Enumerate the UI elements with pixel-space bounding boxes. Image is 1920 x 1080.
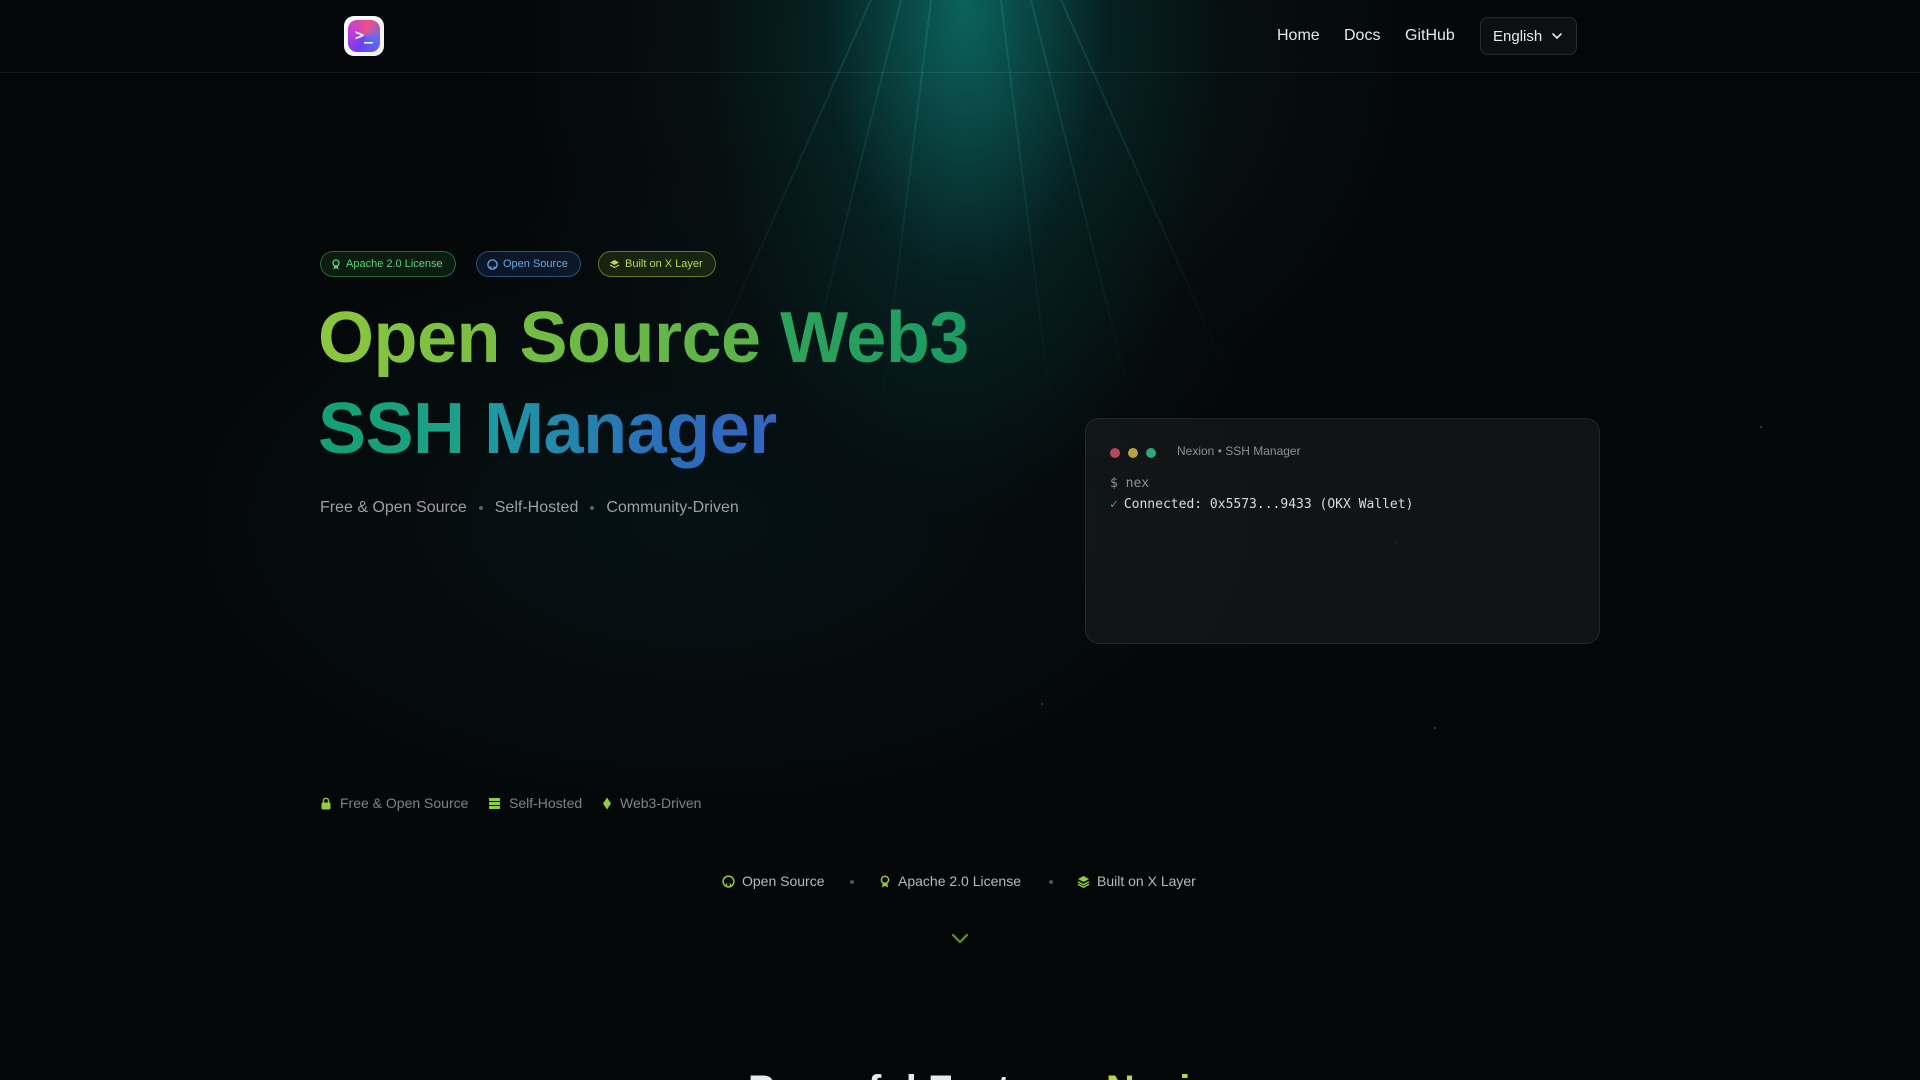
site-header: >_ Home Docs GitHub English <box>0 0 1920 73</box>
license-icon <box>880 874 890 887</box>
terminal-command-line: $ nex <box>1110 476 1150 491</box>
language-select[interactable]: English <box>1480 17 1577 55</box>
close-dot-icon <box>1110 448 1120 458</box>
server-icon <box>489 797 500 809</box>
hero-title-line-1: Open Source Web3 <box>318 302 969 374</box>
chevron-down-icon <box>1552 33 1563 40</box>
terminal-output-line: ✓ Connected: 0x5573...9433 (OKX Wallet) <box>1110 497 1414 512</box>
ethereum-icon <box>603 797 611 809</box>
github-icon <box>487 258 498 270</box>
hero-title-ssh: SSH <box>318 389 465 469</box>
layers-icon <box>609 259 620 268</box>
separator-dot <box>478 506 483 510</box>
features-section-heading: Powerful Features Nexion <box>748 1068 1239 1080</box>
feature-self-hosted: Self-Hosted <box>488 795 582 811</box>
badge-x-layer: Built on X Layer <box>598 251 716 277</box>
check-icon: ✓ <box>1110 497 1118 512</box>
separator-dot <box>850 880 854 884</box>
bottom-badge-license: Apache 2.0 License <box>879 873 1021 889</box>
hero-title-line-2: SSH Manager <box>318 393 777 465</box>
nav-github[interactable]: GitHub <box>1405 27 1455 45</box>
separator-dot <box>1049 880 1053 884</box>
separator-dot <box>590 506 595 510</box>
nav-docs[interactable]: Docs <box>1344 27 1380 45</box>
badge-open-source: Open Source <box>476 251 581 277</box>
star-particle <box>1760 426 1762 428</box>
window-controls <box>1110 448 1164 458</box>
badge-license: Apache 2.0 License <box>320 251 456 277</box>
scroll-down-chevron-icon[interactable] <box>951 933 969 945</box>
page: >_ Home Docs GitHub English Apache 2.0 L… <box>0 0 1920 1080</box>
hero-title-web3: Web3 <box>780 298 969 378</box>
nav-home[interactable]: Home <box>1277 27 1320 45</box>
terminal-preview: Nexion • SSH Manager $ nex ✓ Connected: 0… <box>1085 418 1600 644</box>
maximize-dot-icon <box>1146 448 1156 458</box>
star-particle <box>1041 703 1043 705</box>
hero-subtitle: Free & Open Source Self-Hosted Community… <box>320 499 739 516</box>
feature-open-source: Free & Open Source <box>320 795 468 811</box>
hero-title-open-source: Open Source <box>318 298 761 378</box>
terminal-title: Nexion • SSH Manager <box>1177 444 1301 458</box>
star-particle <box>1434 727 1436 729</box>
hero-title-manager: Manager <box>484 389 777 469</box>
bottom-badge-open-source: Open Source <box>722 873 825 889</box>
logo[interactable]: >_ <box>344 16 384 56</box>
minimize-dot-icon <box>1128 448 1138 458</box>
language-select-label: English <box>1493 27 1543 45</box>
license-icon <box>332 258 340 269</box>
lock-icon <box>321 797 331 809</box>
terminal-logo-icon: >_ <box>348 20 380 52</box>
layers-icon <box>1077 875 1090 888</box>
github-icon <box>722 874 735 888</box>
feature-web3-driven: Web3-Driven <box>602 795 701 811</box>
bottom-badge-x-layer: Built on X Layer <box>1077 873 1196 889</box>
